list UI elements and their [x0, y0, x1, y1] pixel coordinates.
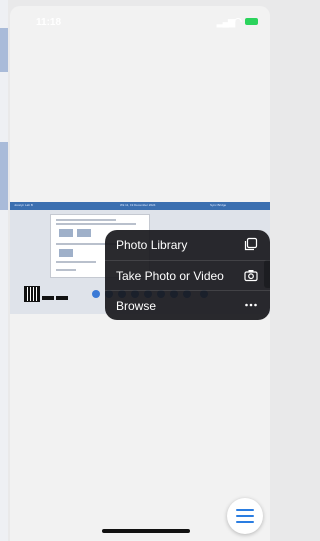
preview-header-left: Jocelyn Lab B [14, 203, 33, 207]
menu-item-label: Take Photo or Video [116, 269, 224, 283]
toolbar-dot-icon[interactable] [92, 290, 100, 298]
attachment-action-menu: Photo Library Take Photo or Video Browse [105, 230, 270, 320]
preview-text-line [56, 261, 96, 263]
preview-header-right: Sync Bridge [210, 203, 227, 207]
status-bar: 11:18 ▂▄▆ ◠ [10, 14, 270, 32]
preview-thumb [59, 249, 73, 257]
camera-icon [244, 270, 258, 282]
preview-header-bar: Jocelyn Lab B Wk 11, 19 December 2024 Sy… [10, 202, 270, 210]
preview-text-line [56, 223, 136, 225]
sheet-card: 11:18 ▂▄▆ ◠ Jocelyn Lab B Wk 11, 19 Dece… [10, 6, 270, 541]
photo-library-icon [244, 237, 258, 251]
preview-header-mid: Wk 11, 19 December 2024 [120, 203, 156, 207]
photo-library-option[interactable]: Photo Library [105, 230, 270, 259]
menu-button[interactable] [227, 498, 263, 534]
background-block [0, 28, 8, 72]
signal-icon: ▂▄▆ [216, 17, 235, 27]
home-indicator [102, 529, 190, 533]
app-store-badge [42, 296, 54, 300]
menu-item-label: Browse [116, 299, 157, 313]
qr-code [24, 286, 40, 302]
battery-icon [245, 18, 258, 25]
take-photo-option[interactable]: Take Photo or Video [105, 260, 270, 290]
preview-text-line [56, 269, 76, 271]
status-time: 11:18 [36, 17, 62, 28]
ellipsis-icon [245, 303, 257, 307]
menu-item-label: Photo Library [116, 238, 188, 252]
hamburger-icon [236, 515, 254, 517]
hamburger-icon [236, 521, 254, 523]
browse-option[interactable]: Browse [105, 290, 270, 320]
preview-thumb [77, 229, 91, 237]
background-block [0, 142, 8, 210]
preview-text-line [56, 219, 116, 221]
preview-thumb [59, 229, 73, 237]
play-store-badge [56, 296, 68, 300]
wifi-icon: ◠ [234, 16, 242, 26]
background-app-strip [0, 0, 8, 541]
hamburger-icon [236, 509, 254, 511]
